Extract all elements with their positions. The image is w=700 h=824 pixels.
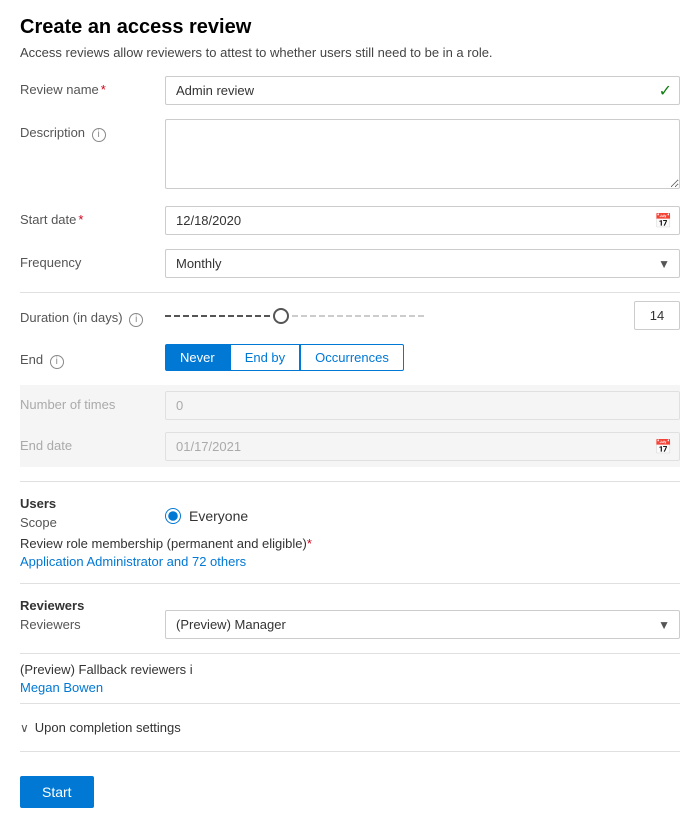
duration-label: Duration (in days) i [20,304,165,327]
end-date-label: End date [20,432,165,453]
calendar-icon[interactable]: 📅 [655,212,672,229]
start-date-label: Start date* [20,206,165,227]
checkmark-icon: ✓ [659,81,672,101]
end-label: End i [20,346,165,369]
description-info-icon[interactable]: i [92,128,106,142]
completion-settings-label: Upon completion settings [35,720,181,735]
end-toggle-group: Never End by Occurrences [165,344,680,371]
users-section-label: Users [20,496,165,511]
number-of-times-input: 0 [165,391,680,420]
reviewers-sublabel: Reviewers [20,617,165,632]
reviewers-section-label: Reviewers [20,598,165,613]
number-of-times-label: Number of times [20,391,165,412]
end-by-button[interactable]: End by [230,344,300,371]
end-date-calendar-icon: 📅 [655,438,672,455]
frequency-label: Frequency [20,249,165,270]
review-name-input[interactable] [165,76,680,105]
frequency-select[interactable]: Weekly Monthly Quarterly Semi-annually A… [165,249,680,278]
page-subtitle: Access reviews allow reviewers to attest… [20,45,680,60]
users-label-wrapper: Users Scope [20,490,165,532]
fallback-reviewers-info-icon[interactable]: i [190,662,193,677]
duration-value-input[interactable] [634,301,680,330]
reviewers-select[interactable]: (Preview) Manager Selected users Members… [165,610,680,639]
completion-settings-collapse[interactable]: ∨ Upon completion settings [20,712,680,743]
end-occurrences-button[interactable]: Occurrences [300,344,404,371]
duration-info-icon[interactable]: i [129,313,143,327]
role-membership-label: Review role membership (permanent and el… [20,536,680,551]
start-button[interactable]: Start [20,776,94,808]
scope-everyone-row: Everyone [165,508,680,524]
scope-label: Scope [20,515,165,530]
fallback-reviewers-link[interactable]: Megan Bowen [20,680,103,695]
review-name-label: Review name* [20,76,165,97]
duration-slider[interactable] [165,306,622,326]
role-membership-link[interactable]: Application Administrator and 72 others [20,554,246,569]
chevron-down-icon: ∨ [20,721,29,735]
end-info-icon[interactable]: i [50,355,64,369]
scope-everyone-radio[interactable] [165,508,181,524]
scope-everyone-label[interactable]: Everyone [189,508,248,524]
description-input[interactable] [165,119,680,189]
end-never-button[interactable]: Never [165,344,230,371]
page-title: Create an access review [20,16,680,39]
description-label: Description i [20,119,165,142]
fallback-reviewers-label: (Preview) Fallback reviewers i [20,662,680,677]
end-date-input: 01/17/2021 [165,432,680,461]
start-date-input[interactable] [165,206,680,235]
reviewers-section-label-wrapper: Reviewers Reviewers [20,592,165,634]
slider-thumb[interactable] [273,308,289,324]
